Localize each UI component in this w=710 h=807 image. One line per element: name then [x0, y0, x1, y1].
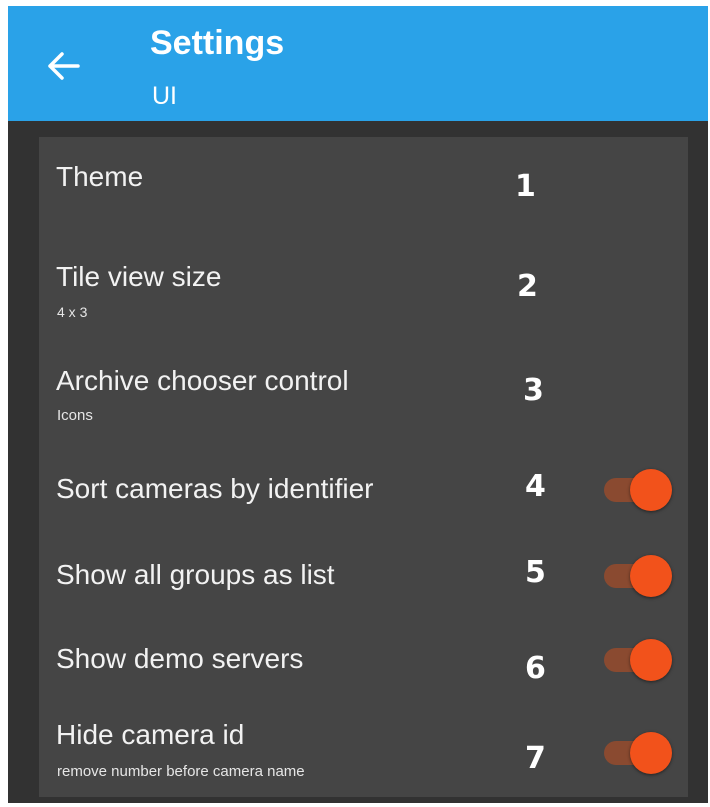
toggle-thumb — [630, 732, 672, 774]
settings-screen: Settings UI Theme 1 Tile view size 4 x 3… — [8, 6, 708, 803]
marker-number: 1 — [515, 169, 536, 204]
setting-show-all-groups-as-list[interactable]: Show all groups as list 5 — [39, 541, 688, 615]
marker-number: 2 — [517, 269, 538, 304]
show-all-groups-toggle[interactable] — [604, 553, 674, 599]
arrow-left-icon — [48, 52, 80, 80]
toggle-thumb — [630, 639, 672, 681]
marker-number: 7 — [525, 741, 546, 776]
marker-number: 4 — [525, 469, 546, 504]
setting-title: Archive chooser control — [56, 365, 349, 396]
setting-title: Tile view size — [56, 261, 222, 292]
setting-value: 4 x 3 — [57, 304, 88, 320]
setting-sort-cameras-by-identifier[interactable]: Sort cameras by identifier 4 — [39, 453, 688, 527]
show-demo-servers-toggle[interactable] — [604, 637, 674, 683]
toggle-thumb — [630, 469, 672, 511]
setting-hide-camera-id[interactable]: Hide camera id remove number before came… — [39, 711, 688, 797]
settings-list: Theme 1 Tile view size 4 x 3 2 Archive c… — [39, 137, 688, 797]
setting-title: Sort cameras by identifier — [56, 473, 374, 504]
screenshot-frame: Settings UI Theme 1 Tile view size 4 x 3… — [0, 0, 710, 807]
toggle-thumb — [630, 555, 672, 597]
setting-archive-chooser-control[interactable]: Archive chooser control Icons 3 — [39, 351, 688, 437]
setting-description: remove number before camera name — [57, 763, 305, 780]
setting-tile-view-size[interactable]: Tile view size 4 x 3 2 — [39, 249, 688, 337]
setting-title: Hide camera id — [56, 719, 245, 750]
app-bar: Settings UI — [8, 6, 708, 121]
page-title: Settings — [150, 24, 285, 62]
marker-number: 5 — [525, 555, 546, 590]
setting-value: Icons — [57, 407, 93, 424]
sort-cameras-toggle[interactable] — [604, 467, 674, 513]
page-subtitle: UI — [152, 82, 177, 110]
setting-show-demo-servers[interactable]: Show demo servers 6 — [39, 627, 688, 701]
setting-theme[interactable]: Theme 1 — [39, 137, 688, 229]
setting-title: Theme — [56, 161, 144, 192]
setting-title: Show all groups as list — [56, 559, 335, 590]
marker-number: 6 — [525, 651, 546, 686]
hide-camera-id-toggle[interactable] — [604, 730, 674, 776]
back-button[interactable] — [40, 42, 88, 90]
setting-title: Show demo servers — [56, 643, 304, 674]
marker-number: 3 — [523, 373, 544, 408]
